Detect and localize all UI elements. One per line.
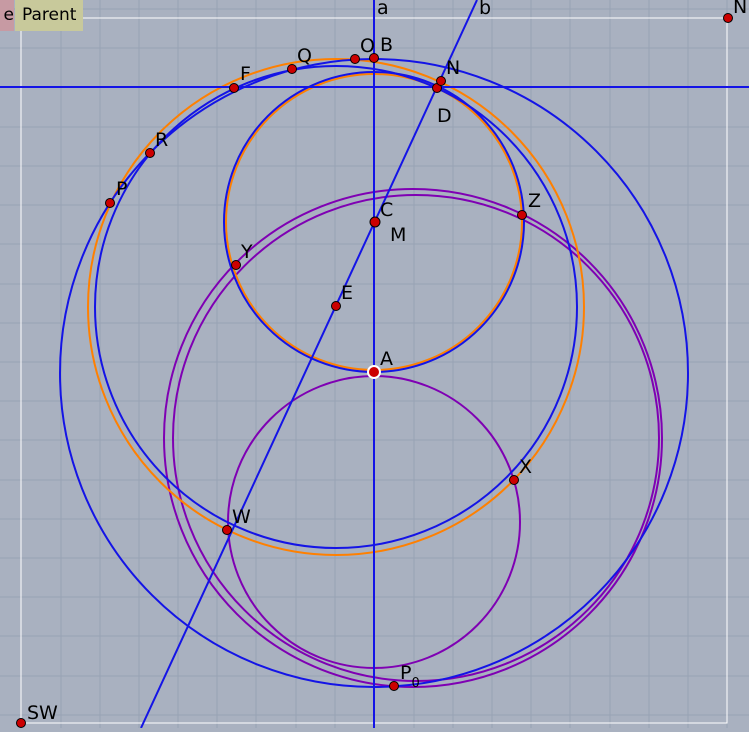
label-A: A — [380, 348, 393, 370]
label-P: P — [116, 178, 127, 200]
point-SW[interactable] — [16, 718, 26, 728]
label-NE: NE — [733, 0, 749, 18]
toolbar-tab-left[interactable]: e — [0, 0, 14, 31]
label-Q: Q — [297, 45, 312, 67]
label-SW: SW — [27, 702, 58, 724]
point-E[interactable] — [331, 301, 341, 311]
geometry-canvas[interactable]: a b A B C D E F M N O P Q R W X Y Z P0 N… — [0, 0, 749, 729]
point-NE[interactable] — [723, 13, 733, 23]
point-P0[interactable] — [389, 681, 399, 691]
label-R: R — [155, 129, 168, 151]
point-F[interactable] — [229, 83, 239, 93]
label-N: N — [446, 57, 460, 79]
label-M: M — [390, 224, 406, 246]
line-label-b: b — [479, 0, 491, 19]
label-O: O — [360, 35, 375, 57]
purple-circle-large-inner[interactable] — [172, 194, 660, 682]
line-b[interactable] — [140, 0, 478, 729]
geometry-svg[interactable]: a b A B C D E F M N O P Q R W X Y Z P0 N… — [0, 0, 749, 729]
point-X[interactable] — [509, 475, 519, 485]
point-P[interactable] — [105, 198, 115, 208]
point-O[interactable] — [350, 54, 360, 64]
point-N[interactable] — [436, 76, 446, 86]
label-C: C — [380, 199, 393, 221]
point-Y[interactable] — [231, 260, 241, 270]
point-Q[interactable] — [287, 64, 297, 74]
label-Z: Z — [528, 190, 541, 212]
label-B: B — [380, 34, 393, 56]
point-R[interactable] — [145, 148, 155, 158]
point-A[interactable] — [367, 365, 381, 379]
parent-button[interactable]: Parent — [15, 0, 83, 31]
label-W: W — [232, 506, 251, 528]
point-W[interactable] — [222, 525, 232, 535]
label-X: X — [519, 456, 532, 478]
label-F: F — [240, 63, 251, 85]
point-C[interactable] — [369, 216, 381, 228]
point-Z[interactable] — [517, 210, 527, 220]
label-E: E — [341, 282, 353, 304]
line-label-a: a — [377, 0, 389, 19]
label-Y: Y — [240, 241, 253, 263]
label-D: D — [437, 105, 452, 127]
